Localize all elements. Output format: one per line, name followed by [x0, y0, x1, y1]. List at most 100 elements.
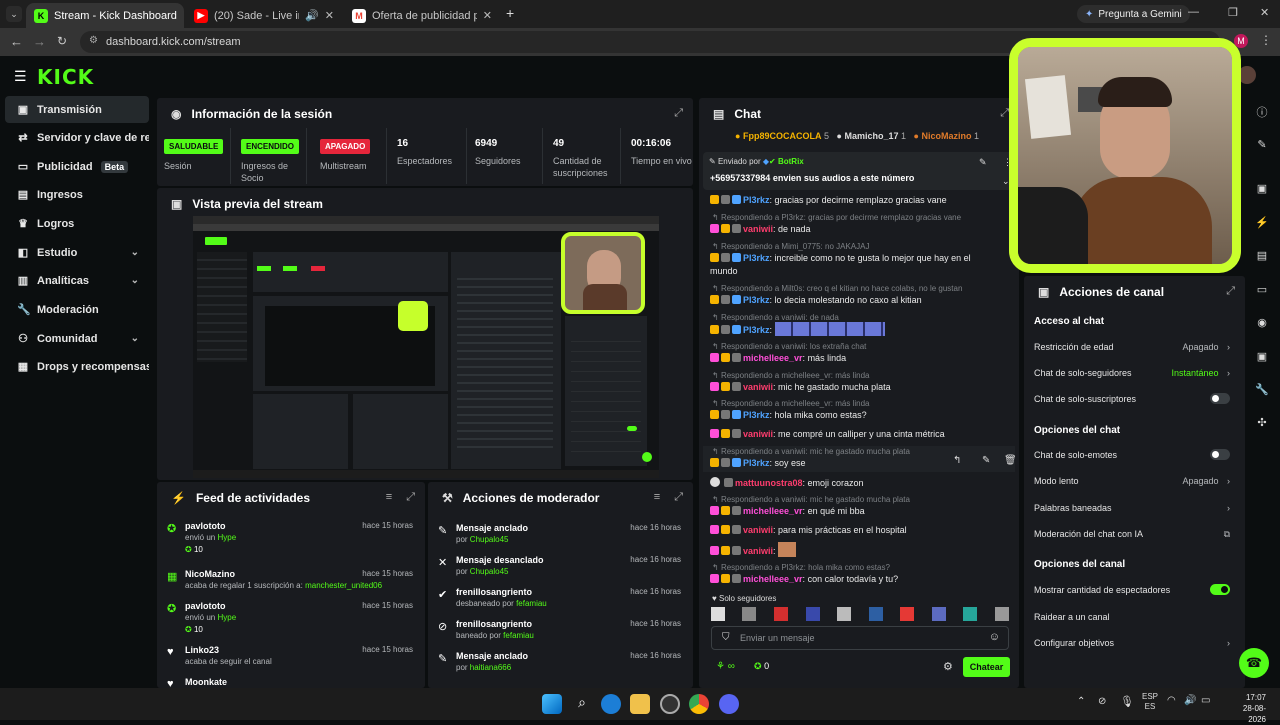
chat-message[interactable]: Pl3rkz: increible como no te gusta lo me… [710, 253, 1015, 263]
sidebar-item-transmision[interactable]: ▣ Transmisión [5, 96, 149, 123]
tray-chevron-icon[interactable]: ⌃ [1077, 696, 1085, 707]
pinned-message[interactable]: ✎ Enviado por ◆✔ BotRix +56957337984 env… [703, 152, 1015, 190]
mod-who[interactable]: fefamiau [503, 631, 534, 640]
feed-username[interactable]: pavlototo [185, 601, 226, 611]
chat-username[interactable]: vaniwii [743, 382, 773, 392]
chat-message[interactable]: vaniwii: me compré un calliper y una cin… [710, 429, 1015, 439]
follower-avatar[interactable] [900, 607, 914, 621]
unpin-icon[interactable]: ✎ [979, 157, 987, 168]
chat-message[interactable]: vaniwii: [710, 542, 1015, 559]
expand-icon[interactable]: ⤢ [406, 491, 415, 504]
chat-message[interactable]: vaniwii: para mis prácticas en el hospit… [710, 525, 1015, 535]
close-window-icon[interactable]: ✕ [1260, 6, 1269, 19]
setting-goals[interactable]: Configurar objetivos › [1034, 638, 1230, 648]
setting-ai-moderation[interactable]: Moderación del chat con IA ⧉ [1034, 529, 1230, 539]
search-icon[interactable]: ⌕ [572, 694, 592, 714]
tray-wifi-icon[interactable]: ◠ [1167, 695, 1176, 706]
chat-username[interactable]: vaniwii [743, 546, 773, 556]
chat-username[interactable]: michelleee_vr [743, 574, 803, 584]
leader-name[interactable]: Fpp89COCACOLA [743, 131, 822, 141]
setting-slow-mode[interactable]: Modo lento Apagado › [1034, 476, 1230, 486]
setting-raid[interactable]: Raidear a un canal [1034, 612, 1230, 622]
sidebar-item-logros[interactable]: ♛ Logros [5, 210, 149, 237]
follower-avatar[interactable] [869, 607, 883, 621]
setting-followers-only[interactable]: Chat de solo-seguidores Instantáneo › [1034, 368, 1230, 378]
filter-icon[interactable]: ≡ [386, 491, 392, 504]
filter-icon[interactable]: ≡ [654, 491, 660, 504]
chat-message[interactable]: michelleee_vr: en qué mi bba [710, 506, 1015, 516]
chat-username[interactable]: Pl3rkz [743, 410, 770, 420]
pin-action-icon[interactable]: ✎ [982, 455, 990, 466]
chat-message[interactable]: Pl3rkz: [710, 322, 1015, 338]
sidebar-item-drops[interactable]: ▦ Drops y recompensas [5, 353, 149, 380]
expand-icon[interactable]: ⤢ [674, 107, 683, 120]
chat-username[interactable]: michelleee_vr [743, 353, 803, 363]
feed-username[interactable]: Linko23 [185, 645, 219, 655]
chat-input[interactable]: ⛉ Enviar un mensaje ☺ [711, 626, 1009, 650]
chat-username[interactable]: Pl3rkz [743, 325, 770, 335]
rail-panel-1-icon[interactable]: ▣ [1253, 180, 1271, 198]
tray-volume-icon[interactable]: 🔊 [1184, 695, 1196, 706]
minimize-icon[interactable]: — [1188, 6, 1199, 18]
site-info-icon[interactable]: ⚙ [89, 35, 98, 46]
tab-youtube[interactable]: ▶ (20) Sade - Live in Japan 1990 🔊 ✕ [186, 3, 342, 28]
setting-show-viewers[interactable]: Mostrar cantidad de espectadores [1034, 584, 1230, 595]
follower-avatar[interactable] [711, 607, 725, 621]
feed-username[interactable]: Moonkate [185, 677, 227, 687]
follower-avatar[interactable] [742, 607, 756, 621]
discord-icon[interactable] [719, 694, 739, 714]
rail-list-icon[interactable]: ▤ [1253, 247, 1271, 265]
rail-record-icon[interactable]: ◉ [1253, 314, 1271, 332]
chat-message[interactable]: vaniwii: mic he gastado mucha plata [710, 382, 1015, 392]
sidebar-item-analiticas[interactable]: ▥ Analíticas ⌄ [5, 267, 149, 294]
sidebar-item-servidor[interactable]: ⇄ Servidor y clave de retransmisión [5, 124, 149, 151]
expand-icon[interactable]: ⤢ [674, 491, 683, 504]
tab-search-icon[interactable]: ⌄ [6, 6, 22, 22]
mod-who[interactable]: fefamiau [516, 599, 547, 608]
follower-avatar[interactable] [932, 607, 946, 621]
chat-username[interactable]: Pl3rkz [743, 295, 770, 305]
setting-age-restriction[interactable]: Restricción de edad Apagado › [1034, 342, 1230, 352]
tray-network-off-icon[interactable]: ⊘ [1098, 696, 1106, 707]
close-tab-icon[interactable]: ✕ [183, 9, 184, 22]
help-support-button[interactable]: ☎ [1239, 648, 1269, 678]
pinned-by[interactable]: BotRix [778, 157, 804, 166]
chat-username[interactable]: michelleee_vr [743, 506, 803, 516]
sidebar-item-moderacion[interactable]: 🔧 Moderación [5, 296, 149, 323]
forward-icon[interactable]: → [33, 34, 46, 49]
setting-emotes-only[interactable]: Chat de solo-emotes [1034, 449, 1230, 460]
reply-action-icon[interactable]: ↰ [953, 455, 961, 466]
new-tab-button[interactable]: + [506, 5, 514, 21]
setting-banned-words[interactable]: Palabras baneadas › [1034, 503, 1230, 513]
follower-avatar[interactable] [774, 607, 788, 621]
menu-kebab-icon[interactable]: ⋮ [1260, 33, 1272, 47]
feed-username[interactable]: pavlototo [185, 521, 226, 531]
chat-settings-gear-icon[interactable]: ⚙ [943, 660, 953, 673]
close-tab-icon[interactable]: ✕ [325, 9, 334, 22]
rail-wrench-icon[interactable]: 🔧 [1253, 381, 1271, 399]
windows-start-icon[interactable] [542, 694, 562, 714]
edge-icon[interactable] [601, 694, 621, 714]
mod-who[interactable]: Chupalo45 [470, 567, 509, 576]
follower-avatar[interactable] [995, 607, 1009, 621]
clock[interactable]: 17:07 28-08-2026 [1226, 692, 1266, 725]
gemini-button[interactable]: ✦ Pregunta a Gemini [1077, 5, 1190, 23]
expand-icon[interactable]: ⤢ [1226, 285, 1235, 298]
chat-message[interactable]: michelleee_vr: más linda [710, 353, 1015, 363]
file-explorer-icon[interactable] [630, 694, 650, 714]
setting-subs-only[interactable]: Chat de solo-suscriptores [1034, 393, 1230, 404]
info-icon[interactable]: ⓘ [1253, 104, 1271, 122]
chat-send-button[interactable]: Chatear [963, 657, 1010, 677]
points-display[interactable]: ✪ 0 [754, 661, 769, 672]
sidebar-item-comunidad[interactable]: ⚇ Comunidad ⌄ [5, 325, 149, 352]
kick-logo[interactable]: KICK [37, 65, 94, 89]
chat-username[interactable]: Pl3rkz [743, 195, 770, 205]
chat-username[interactable]: mattuunostra08 [735, 478, 803, 488]
hamburger-menu-icon[interactable]: ☰ [14, 68, 27, 85]
subs-only-toggle[interactable] [1210, 393, 1230, 404]
sidebar-item-publicidad[interactable]: ▭ Publicidad Beta [5, 153, 149, 180]
delete-action-icon[interactable]: 🗑 [1004, 455, 1017, 466]
emotes-only-toggle[interactable] [1210, 449, 1230, 460]
obs-icon[interactable] [660, 694, 680, 714]
chat-username[interactable]: vaniwii [743, 525, 773, 535]
